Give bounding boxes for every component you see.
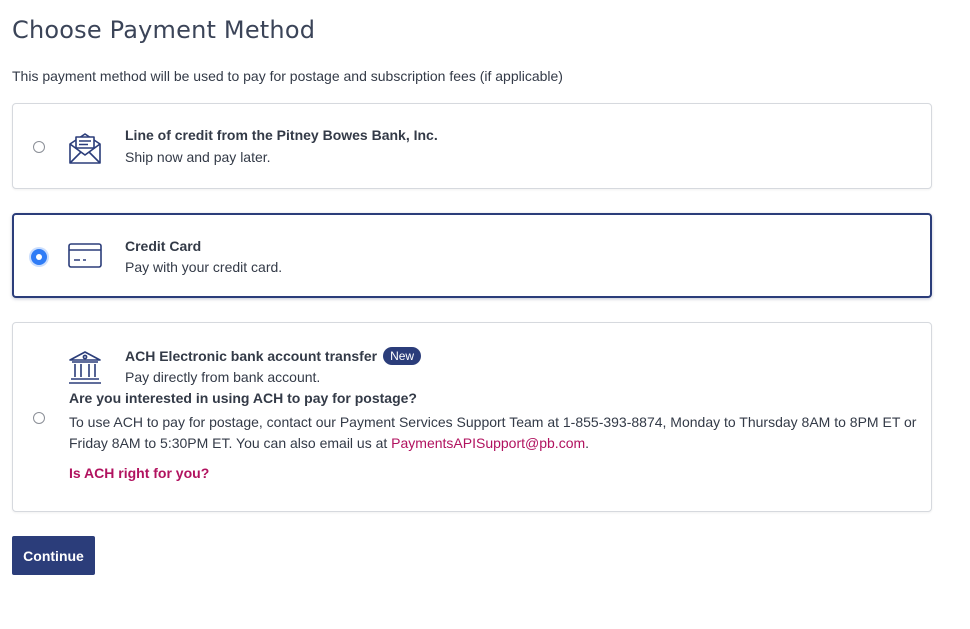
- support-email-link[interactable]: PaymentsAPISupport@pb.com: [391, 435, 585, 451]
- option-title: Credit Card: [125, 238, 202, 254]
- ach-info-suffix: .: [585, 435, 590, 451]
- option-title-text: ACH Electronic bank account transfer: [125, 348, 378, 364]
- payment-option-ach[interactable]: ACH Electronic bank account transfer New …: [12, 322, 932, 512]
- new-badge: New: [383, 347, 422, 365]
- ach-question: Are you interested in using ACH to pay f…: [69, 390, 417, 406]
- payment-option-line-of-credit[interactable]: Line of credit from the Pitney Bowes Ban…: [12, 103, 932, 189]
- radio-ach[interactable]: [33, 412, 45, 424]
- option-description: Pay with your credit card.: [125, 259, 283, 275]
- continue-button[interactable]: Continue: [12, 536, 95, 575]
- page-subtitle: This payment method will be used to pay …: [12, 68, 563, 84]
- envelope-icon: [67, 130, 103, 166]
- payment-option-credit-card[interactable]: Credit Card Pay with your credit card.: [12, 213, 932, 298]
- option-description: Ship now and pay later.: [125, 149, 271, 165]
- option-title: Line of credit from the Pitney Bowes Ban…: [125, 127, 438, 143]
- page-title: Choose Payment Method: [12, 16, 316, 44]
- radio-credit-card[interactable]: [31, 249, 47, 265]
- ach-help-link[interactable]: Is ACH right for you?: [69, 465, 209, 481]
- bank-icon: [67, 350, 103, 386]
- ach-info-text: To use ACH to pay for postage, contact o…: [69, 412, 919, 454]
- radio-line-of-credit[interactable]: [33, 141, 45, 153]
- option-title: ACH Electronic bank account transfer New: [125, 347, 422, 365]
- credit-card-icon: [67, 238, 103, 274]
- option-description: Pay directly from bank account.: [125, 369, 321, 385]
